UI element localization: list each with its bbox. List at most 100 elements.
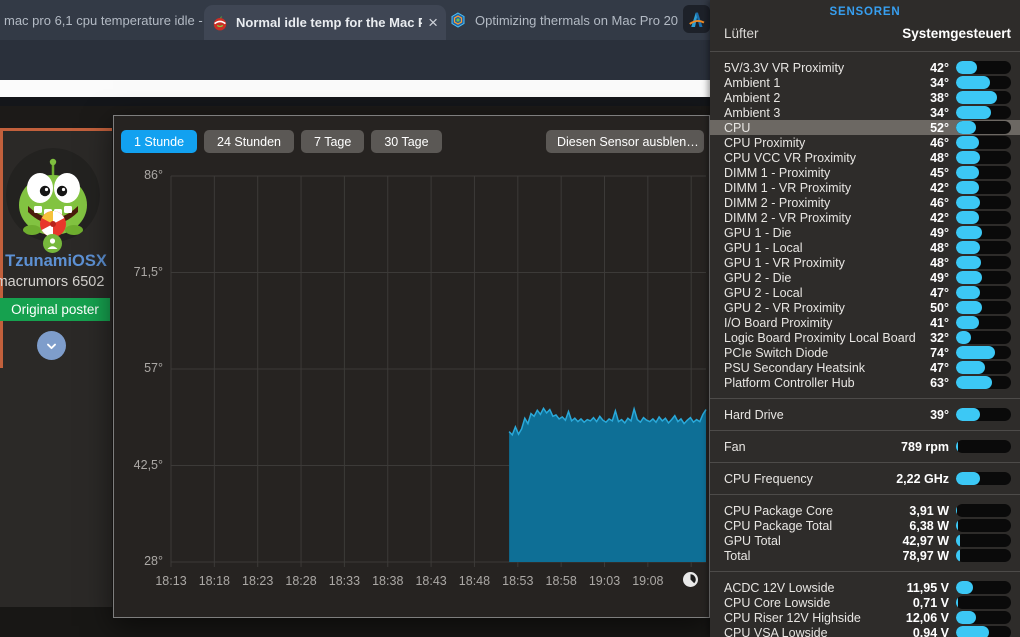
panel-separator bbox=[710, 462, 1020, 463]
panel-title: SENSOREN bbox=[829, 6, 901, 18]
sensor-value: 6,38 W bbox=[909, 518, 949, 533]
x-axis-tick: 19:03 bbox=[588, 574, 621, 588]
tab-title: mac pro 6,1 cpu temperature idle - G bbox=[4, 12, 204, 28]
sensor-row[interactable]: DIMM 1 - VR Proximity 42° bbox=[710, 180, 1020, 195]
sensor-level-fill bbox=[956, 346, 996, 359]
avatar[interactable] bbox=[6, 148, 100, 242]
sensor-row[interactable]: CPU Package Core 3,91 W bbox=[710, 503, 1020, 518]
sensor-level-bar bbox=[956, 331, 1011, 344]
x-axis-tick: 18:18 bbox=[198, 574, 230, 588]
x-axis-tick: 18:38 bbox=[372, 574, 404, 588]
fan-mode-value: Systemgesteuert bbox=[902, 26, 1011, 41]
sensor-row[interactable]: 5V/3.3V VR Proximity 42° bbox=[710, 60, 1020, 75]
username-link[interactable]: TzunamiOSX bbox=[0, 252, 118, 271]
sensor-row[interactable]: CPU Core Lowside 0,71 V bbox=[710, 595, 1020, 610]
sensor-name: CPU Package Total bbox=[724, 518, 833, 533]
sensor-level-fill bbox=[956, 472, 981, 485]
sensor-level-bar bbox=[956, 440, 1011, 453]
sensor-name: DIMM 1 - VR Proximity bbox=[724, 180, 852, 195]
sensor-row[interactable]: CPU VCC VR Proximity 48° bbox=[710, 150, 1020, 165]
sensor-name: 5V/3.3V VR Proximity bbox=[724, 60, 845, 75]
sensor-row[interactable]: GPU 2 - Die 49° bbox=[710, 270, 1020, 285]
sensor-name: Fan bbox=[724, 439, 746, 454]
sensor-level-bar bbox=[956, 376, 1011, 389]
sensor-level-bar bbox=[956, 581, 1011, 594]
sensor-value: 46° bbox=[930, 135, 949, 150]
sensor-row[interactable]: GPU Total 42,97 W bbox=[710, 533, 1020, 548]
tab-title: Normal idle temp for the Mac Pr bbox=[236, 15, 423, 30]
fan-mode-row[interactable]: Lüfter Systemgesteuert bbox=[710, 18, 1020, 41]
sensor-row[interactable]: CPU Frequency 2,22 GHz bbox=[710, 471, 1020, 486]
sensor-row[interactable]: GPU 1 - Die 49° bbox=[710, 225, 1020, 240]
macrumors-apple-icon bbox=[213, 15, 227, 30]
tab-close-icon[interactable]: × bbox=[428, 14, 438, 31]
sensor-level-fill bbox=[956, 226, 982, 239]
sensor-panel-sections: 5V/3.3V VR Proximity 42° Ambient 1 34° Ambie… bbox=[710, 60, 1020, 637]
sensor-name: ACDC 12V Lowside bbox=[724, 580, 835, 595]
sensor-row[interactable]: Ambient 3 34° bbox=[710, 105, 1020, 120]
sensor-row[interactable]: PCIe Switch Diode 74° bbox=[710, 345, 1020, 360]
sensor-row[interactable]: ACDC 12V Lowside 11,95 V bbox=[710, 580, 1020, 595]
sensor-row[interactable]: CPU Proximity 46° bbox=[710, 135, 1020, 150]
sensor-row[interactable]: PSU Secondary Heatsink 47° bbox=[710, 360, 1020, 375]
sensor-value: 39° bbox=[930, 407, 949, 422]
sensor-level-bar bbox=[956, 211, 1011, 224]
expand-user-details-button[interactable] bbox=[37, 331, 66, 360]
sensor-chart-window: 1 Stunde 24 Stunden 7 Tage 30 Tage Diesen S… bbox=[113, 115, 710, 618]
tab-macrumors-thread[interactable]: Normal idle temp for the Mac Pr × bbox=[204, 5, 446, 40]
sensor-name: Ambient 3 bbox=[724, 105, 781, 120]
a-logo-app-icon[interactable] bbox=[683, 5, 710, 33]
sensor-row[interactable]: Fan 789 rpm bbox=[710, 439, 1020, 454]
sensor-name: Ambient 2 bbox=[724, 90, 781, 105]
sensor-row[interactable]: Ambient 1 34° bbox=[710, 75, 1020, 90]
sensor-row[interactable]: I/O Board Proximity 41° bbox=[710, 315, 1020, 330]
sensor-value: 63° bbox=[930, 375, 949, 390]
sensor-name: Total bbox=[724, 548, 751, 563]
sensor-name: GPU 2 - Local bbox=[724, 285, 803, 300]
sensor-row[interactable]: Total 78,97 W bbox=[710, 548, 1020, 563]
sensor-value: 41° bbox=[930, 315, 949, 330]
sensor-row[interactable]: CPU VSA Lowside 0,94 V bbox=[710, 625, 1020, 637]
sensor-panel: SENSOREN Lüfter Systemgesteuert 5V/3.3V … bbox=[710, 0, 1020, 637]
clock-history-button[interactable] bbox=[682, 571, 699, 588]
sensor-row[interactable]: GPU 2 - VR Proximity 50° bbox=[710, 300, 1020, 315]
sensor-value: 42° bbox=[930, 210, 949, 225]
sensor-level-fill bbox=[956, 256, 981, 269]
sensor-value: 42° bbox=[930, 180, 949, 195]
sensor-row[interactable]: DIMM 2 - VR Proximity 42° bbox=[710, 210, 1020, 225]
sensor-name: DIMM 2 - VR Proximity bbox=[724, 210, 852, 225]
sensor-level-bar bbox=[956, 121, 1011, 134]
sensor-name: CPU Proximity bbox=[724, 135, 806, 150]
sensor-row[interactable]: CPU Package Total 6,38 W bbox=[710, 518, 1020, 533]
a-logo-glyph bbox=[689, 12, 705, 27]
sensor-name: Platform Controller Hub bbox=[724, 375, 855, 390]
sensor-row[interactable]: GPU 1 - Local 48° bbox=[710, 240, 1020, 255]
sensor-level-fill bbox=[956, 106, 991, 119]
tab-optimizing-thermals[interactable]: Optimizing thermals on Mac Pro 201 bbox=[450, 0, 678, 40]
sensor-name: CPU Frequency bbox=[724, 471, 813, 486]
sensor-row[interactable]: DIMM 2 - Proximity 46° bbox=[710, 195, 1020, 210]
sensor-row[interactable]: DIMM 1 - Proximity 45° bbox=[710, 165, 1020, 180]
temperature-area-chart: 86° 71,5° 57° 42,5° 28° 18:13 18:18 18:23 18:28… bbox=[114, 116, 711, 619]
sensor-row[interactable]: Platform Controller Hub 63° bbox=[710, 375, 1020, 390]
x-axis-tick: 18:43 bbox=[415, 574, 447, 588]
sensor-row[interactable]: GPU 1 - VR Proximity 48° bbox=[710, 255, 1020, 270]
sensor-level-bar bbox=[956, 534, 1011, 547]
y-axis-tick: 42,5° bbox=[133, 457, 163, 472]
tab-google-search[interactable]: mac pro 6,1 cpu temperature idle - G bbox=[0, 0, 204, 40]
sensor-row[interactable]: Logic Board Proximity Local Board 32° bbox=[710, 330, 1020, 345]
sensor-level-bar bbox=[956, 301, 1011, 314]
sensor-row[interactable]: GPU 2 - Local 47° bbox=[710, 285, 1020, 300]
page-search-bar[interactable] bbox=[0, 80, 710, 97]
sensor-row[interactable]: Hard Drive 39° bbox=[710, 407, 1020, 422]
panel-separator bbox=[710, 51, 1020, 52]
sensor-row[interactable]: Ambient 2 38° bbox=[710, 90, 1020, 105]
sensor-level-fill bbox=[956, 91, 998, 104]
sensor-level-fill bbox=[956, 271, 982, 284]
sensor-level-fill bbox=[956, 581, 974, 594]
browser-url-row: https://forums.macrumors.com/threads/nor… bbox=[0, 40, 714, 114]
sensor-name: CPU Core Lowside bbox=[724, 595, 831, 610]
sensor-row[interactable]: CPU 52° bbox=[710, 120, 1020, 135]
sensor-row[interactable]: CPU Riser 12V Highside 12,06 V bbox=[710, 610, 1020, 625]
sensor-level-bar bbox=[956, 241, 1011, 254]
